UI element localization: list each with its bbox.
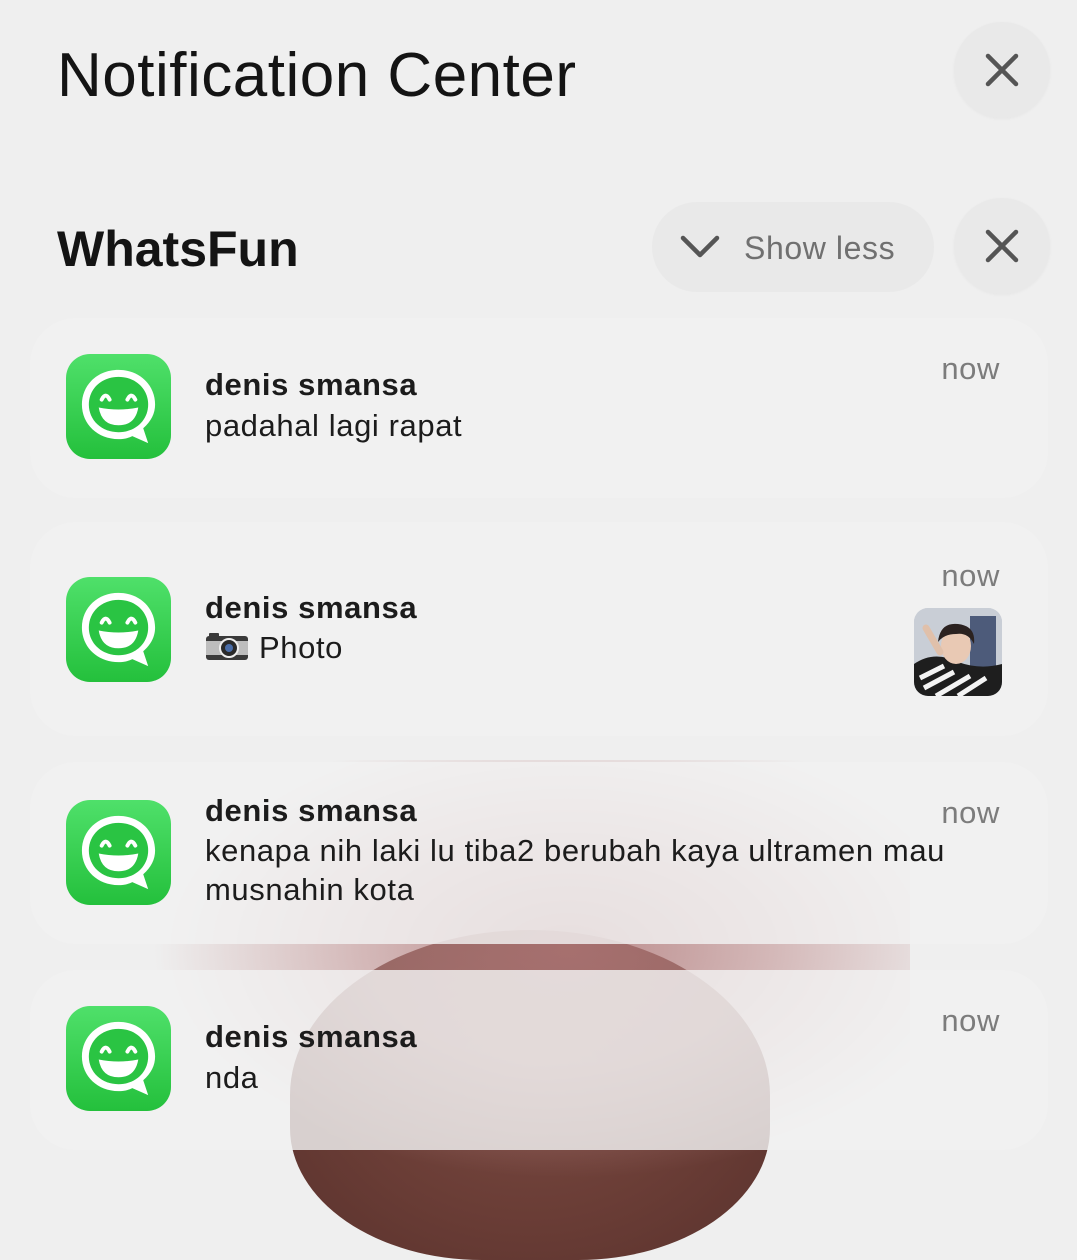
chevron-down-icon: [680, 235, 720, 258]
notification-card[interactable]: denis smansa Photo now: [30, 522, 1048, 736]
whatsfun-app-icon: [66, 354, 171, 459]
whatsfun-app-icon: [66, 577, 171, 682]
close-notification-center-button[interactable]: [954, 22, 1050, 118]
clear-group-button[interactable]: [954, 198, 1050, 294]
page-title: Notification Center: [57, 41, 577, 110]
notification-time: now: [941, 795, 1000, 830]
whatsfun-app-icon: [66, 1006, 171, 1111]
show-less-label: Show less: [744, 230, 896, 266]
close-icon: [985, 53, 1019, 87]
notification-card[interactable]: denis smansa kenapa nih laki lu tiba2 be…: [30, 762, 1048, 944]
notification-sender: denis smansa: [205, 793, 418, 828]
notification-message-row: Photo: [205, 628, 1005, 667]
notification-sender: denis smansa: [205, 590, 418, 625]
notification-sender: denis smansa: [205, 367, 418, 402]
notification-time: now: [941, 351, 1000, 386]
notification-sender: denis smansa: [205, 1019, 418, 1054]
notification-card[interactable]: denis smansa nda now: [30, 970, 1048, 1150]
notification-message: nda: [205, 1060, 259, 1095]
photo-thumbnail[interactable]: [914, 608, 1002, 696]
app-group-title: WhatsFun: [57, 221, 299, 277]
camera-icon: [206, 633, 248, 660]
notification-message: padahal lagi rapat: [205, 408, 463, 443]
notification-message: kenapa nih laki lu tiba2 berubah kaya ul…: [205, 833, 946, 907]
show-less-button[interactable]: Show less: [652, 202, 934, 292]
notification-card[interactable]: denis smansa padahal lagi rapat now: [30, 318, 1048, 498]
notification-message: Photo: [259, 630, 344, 665]
notification-time: now: [941, 1003, 1000, 1038]
notification-time: now: [941, 558, 1000, 593]
close-icon: [985, 229, 1019, 263]
whatsfun-app-icon: [66, 800, 171, 905]
photo-thumbnail-image: [914, 608, 1002, 696]
